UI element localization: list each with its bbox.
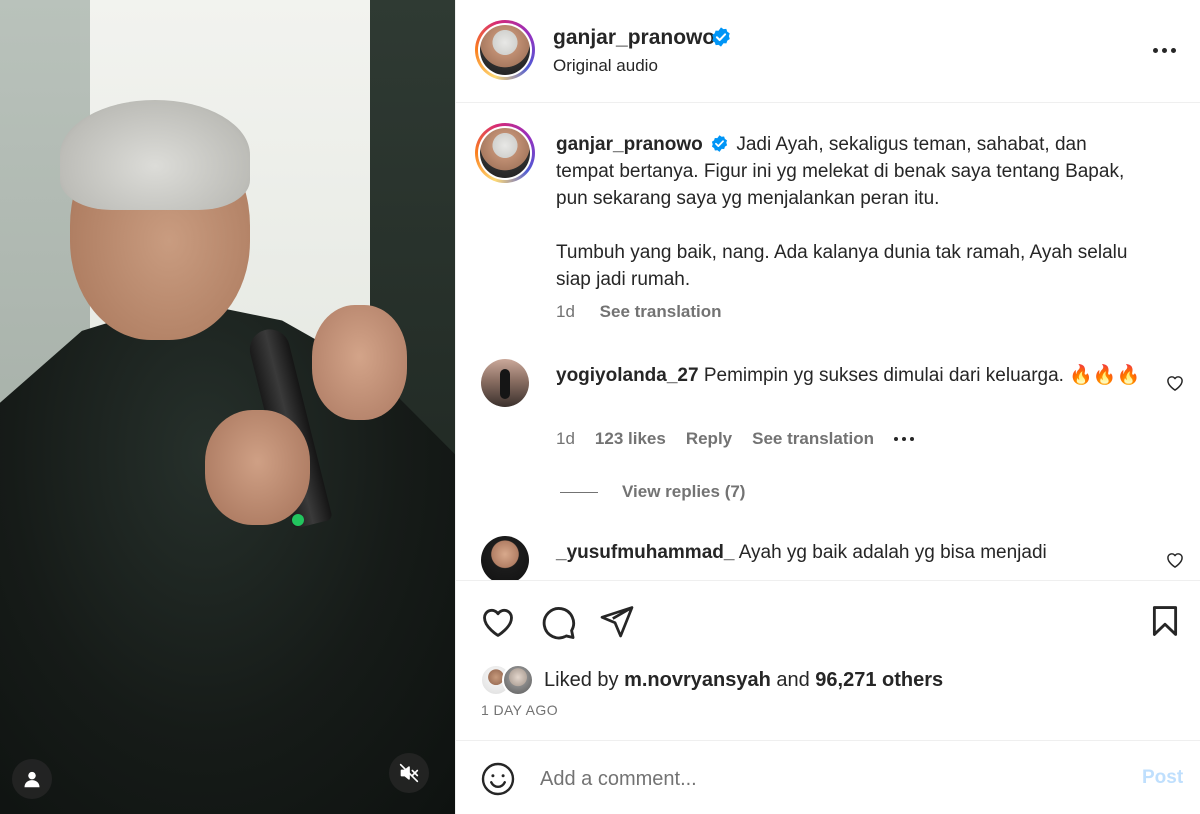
more-options-button[interactable] [1146, 38, 1182, 62]
more-icon [1152, 47, 1158, 53]
caption-body-2: Tumbuh yang baik, nang. Ada kalanya duni… [556, 242, 1128, 290]
commenter-avatar[interactable] [481, 359, 529, 407]
verified-icon [711, 135, 728, 152]
comment-see-translation[interactable]: See translation [752, 429, 874, 449]
share-icon[interactable] [599, 603, 635, 639]
liked-by-text: Liked by m.novryansyah and 96,271 others [544, 669, 943, 692]
audio-mute-button[interactable] [389, 753, 429, 793]
liked-by: Liked by m.novryansyah and 96,271 others [480, 664, 943, 696]
author-username[interactable]: ganjar_pranowo [553, 26, 715, 50]
caption-username[interactable]: ganjar_pranowo [556, 134, 703, 155]
comment-like-icon[interactable] [1165, 373, 1185, 393]
liked-by-and: and [776, 668, 810, 691]
commenter-avatar[interactable] [481, 536, 529, 580]
tagged-users-button[interactable] [12, 759, 52, 799]
emoji-icon[interactable] [480, 761, 516, 797]
heart-icon[interactable] [479, 603, 517, 641]
comment-age: 1d [556, 429, 575, 448]
action-bar [456, 581, 1200, 661]
post-header: ganjar_pranowo Original audio [456, 0, 1200, 103]
comment-meta: 1d 123 likes Reply See translation [556, 429, 914, 449]
view-replies-button[interactable]: View replies (7) [560, 482, 745, 502]
media-person-hand [312, 305, 407, 420]
comment-likes[interactable]: 123 likes [595, 429, 666, 449]
comment-body: Ayah yg baik adalah yg bisa menjadi [738, 542, 1047, 563]
caption-text: ganjar_pranowo Jadi Ayah, sekaligus tema… [556, 131, 1146, 293]
comment-more-icon[interactable] [894, 437, 914, 441]
post-timestamp[interactable]: 1 DAY AGO [481, 702, 558, 718]
author-avatar[interactable] [475, 20, 535, 80]
comment-like-icon[interactable] [1165, 550, 1185, 570]
bookmark-icon[interactable] [1148, 603, 1182, 639]
liked-by-others[interactable]: 96,271 others [815, 669, 943, 691]
liked-by-prefix: Liked by [544, 668, 619, 691]
caption-avatar[interactable] [475, 123, 535, 183]
replies-divider [560, 491, 598, 493]
media-person-hand-mic [205, 410, 310, 525]
audio-label[interactable]: Original audio [553, 56, 658, 76]
comment-text: yogiyolanda_27 Pemimpin yg sukses dimula… [556, 361, 1146, 390]
media-mic-indicator [292, 514, 304, 526]
caption-age: 1d [556, 302, 575, 321]
add-comment-bar: Post [456, 740, 1200, 814]
post-media[interactable] [0, 0, 455, 814]
user-icon [24, 771, 40, 788]
liker-avatar[interactable] [502, 664, 534, 696]
comment-icon[interactable] [539, 603, 577, 641]
mute-icon [399, 763, 419, 783]
post-comment-button[interactable]: Post [1142, 767, 1183, 789]
verified-icon [712, 27, 730, 47]
comments-list[interactable]: ganjar_pranowo Jadi Ayah, sekaligus tema… [456, 103, 1200, 581]
caption-meta: 1d See translation [556, 302, 722, 322]
liked-by-user[interactable]: m.novryansyah [624, 669, 771, 691]
view-replies-label: View replies (7) [622, 482, 746, 501]
post-side-panel: ganjar_pranowo Original audio ganjar_pra… [455, 0, 1200, 814]
caption-see-translation[interactable]: See translation [600, 302, 722, 321]
commenter-username[interactable]: _yusufmuhammad_ [556, 542, 734, 563]
comment-reply-button[interactable]: Reply [686, 429, 732, 449]
comment-body: Pemimpin yg sukses dimulai dari keluarga… [703, 365, 1141, 386]
comment-text: _yusufmuhammad_ Ayah yg baik adalah yg b… [556, 538, 1146, 567]
commenter-username[interactable]: yogiyolanda_27 [556, 365, 699, 386]
comment-input[interactable] [540, 763, 1100, 795]
media-person-hair [60, 100, 250, 210]
